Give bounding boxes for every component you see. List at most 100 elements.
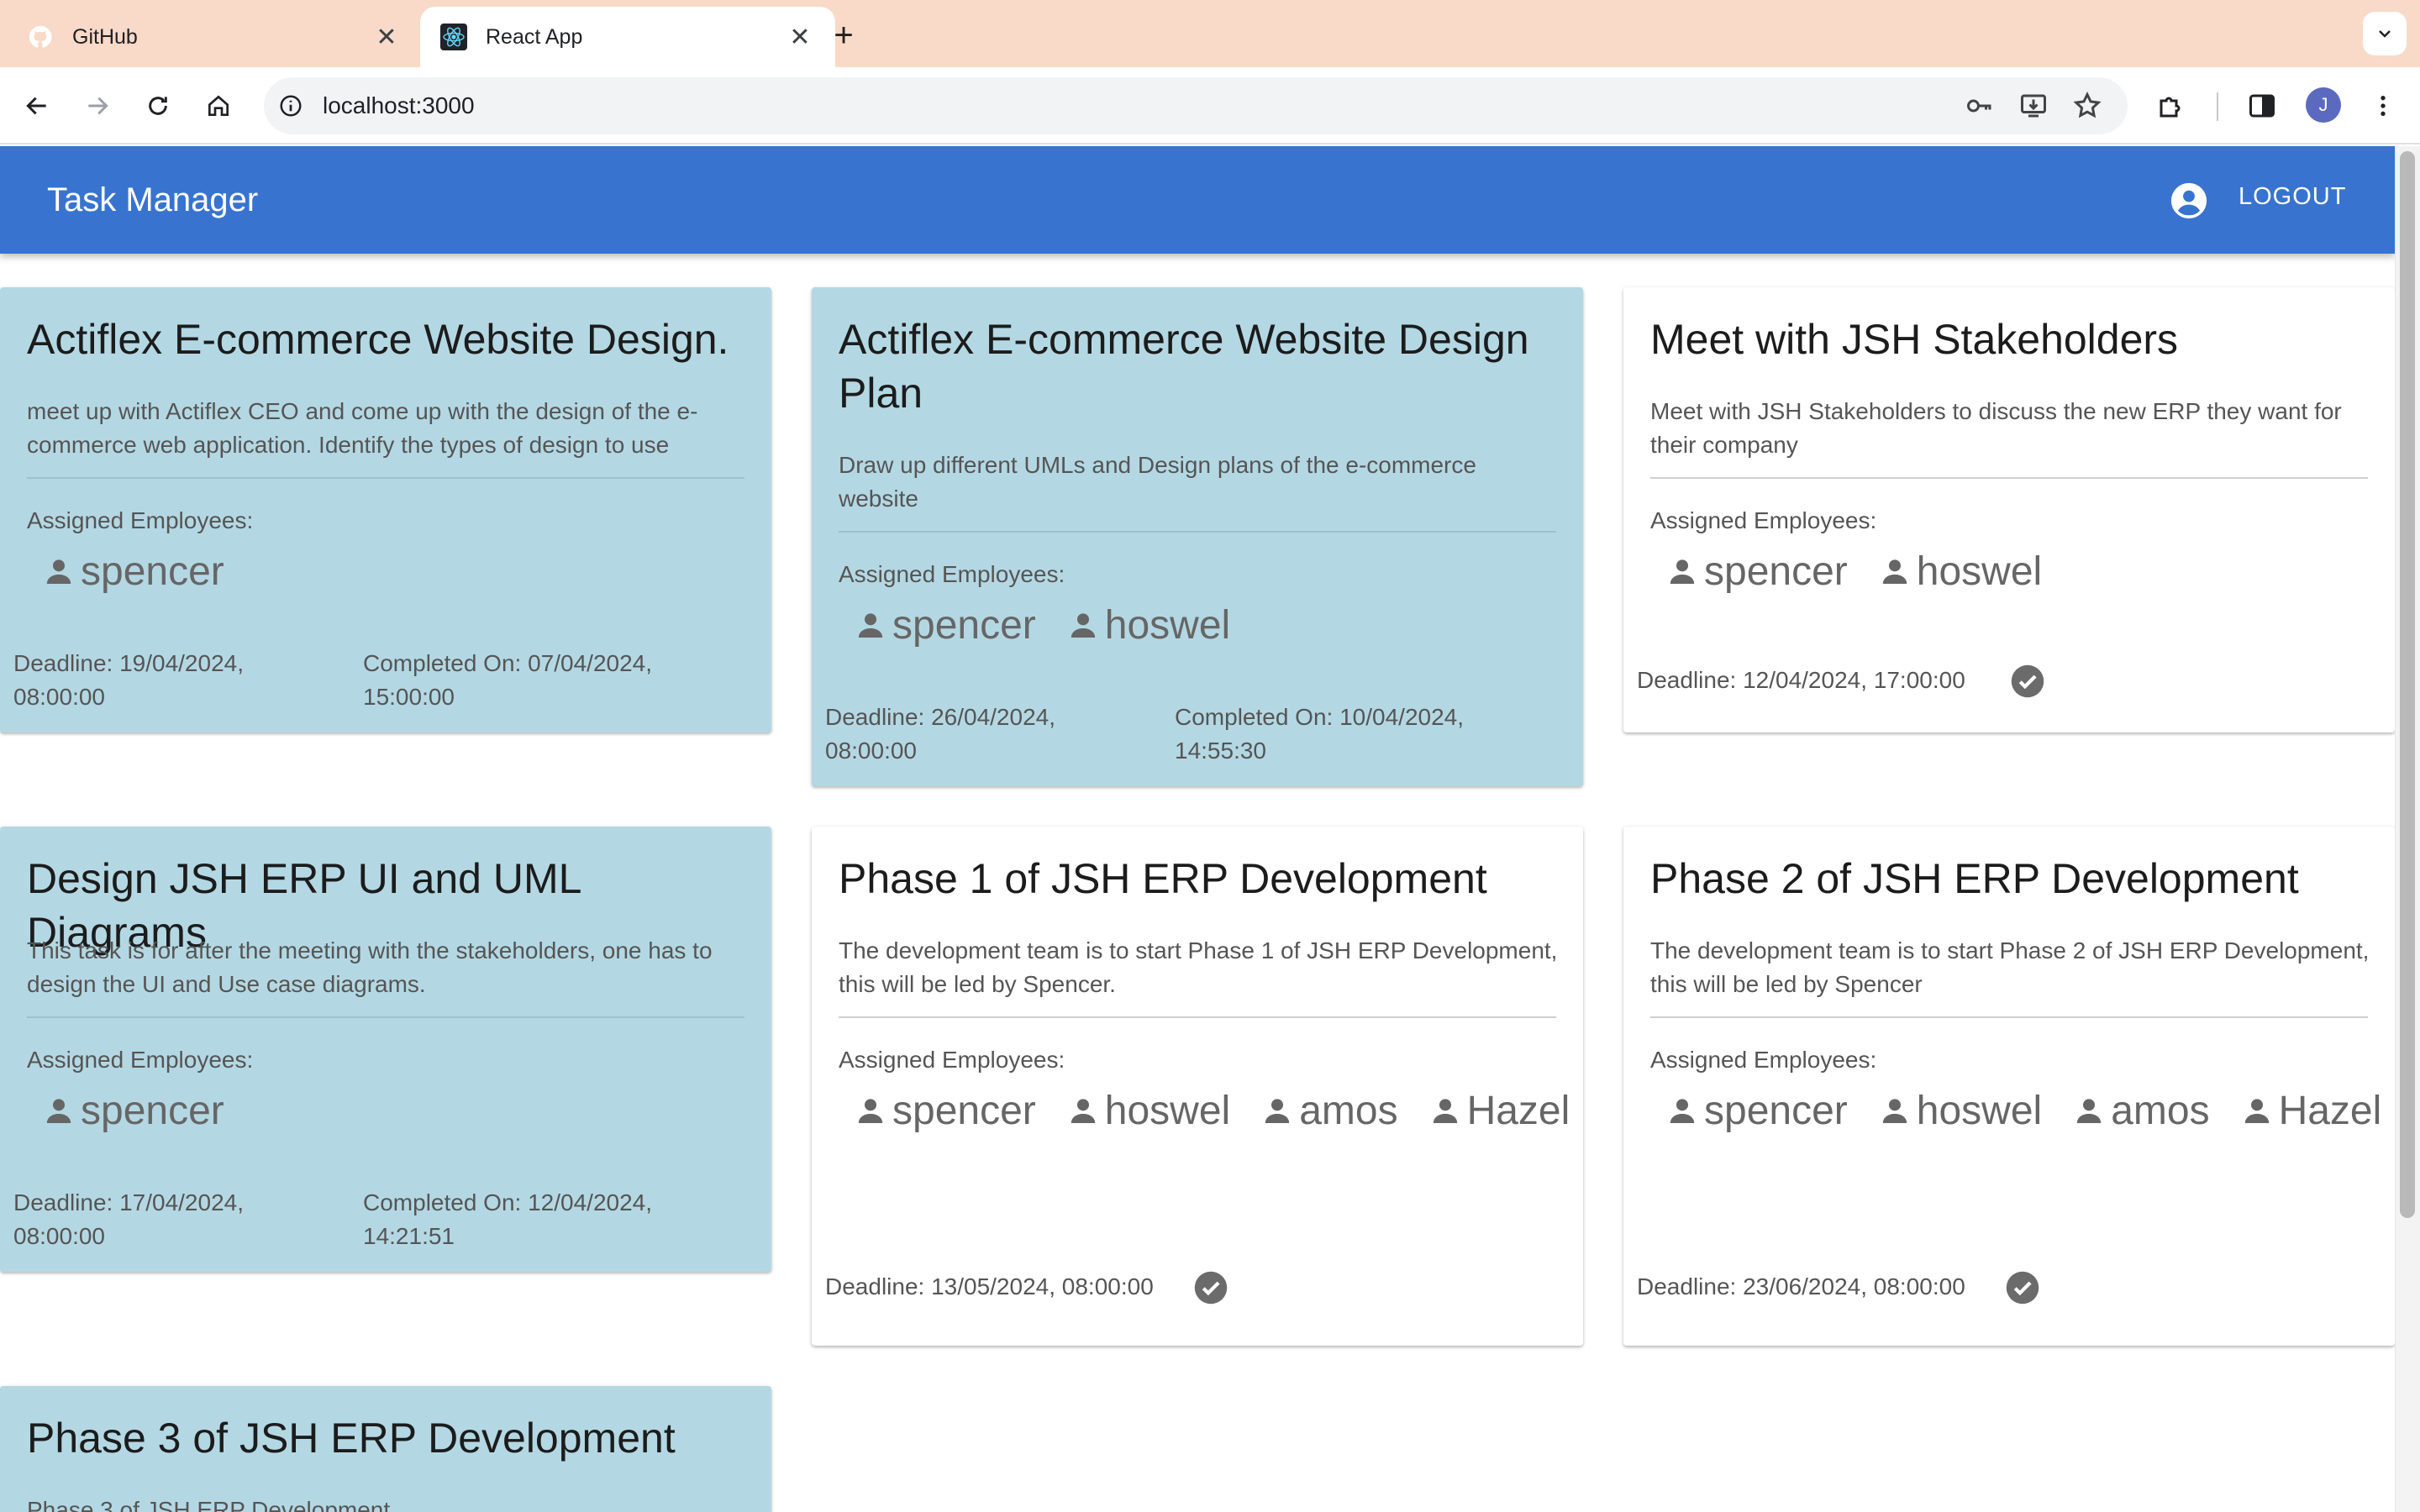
person-icon	[1071, 1099, 1095, 1123]
account-circle-icon[interactable]	[2170, 181, 2208, 220]
extensions-button[interactable]	[2151, 86, 2191, 126]
scrollbar-thumb[interactable]	[2400, 151, 2415, 1218]
site-info-icon[interactable]	[276, 91, 306, 121]
task-deadline: Deadline: 23/06/2024, 08:00:00	[1637, 1273, 1965, 1299]
tab-react-app[interactable]: React App ✕	[420, 7, 835, 67]
reload-button[interactable]	[138, 86, 178, 126]
task-completed-on: Completed On: 12/04/2024, 14:21:51	[363, 1189, 653, 1249]
check-circle-icon[interactable]	[2010, 664, 2045, 699]
puzzle-icon	[2160, 97, 2181, 118]
employee-name: amos	[2111, 1088, 2210, 1133]
forward-button[interactable]	[77, 86, 118, 126]
employee-name: spencer	[81, 549, 224, 594]
assigned-employees-label: Assigned Employees:	[839, 1047, 1065, 1073]
task-completed-on: Completed On: 10/04/2024, 14:55:30	[1175, 704, 1465, 764]
app-bar: Task Manager LOGOUT	[0, 146, 2395, 254]
employee-list: spencer	[42, 1087, 765, 1134]
react-icon	[440, 24, 467, 50]
install-app-icon[interactable]	[2017, 89, 2050, 123]
assigned-employees-label: Assigned Employees:	[1650, 1047, 1877, 1073]
employee-name: hoswel	[1104, 602, 1231, 648]
employee-chip: spencer	[1665, 1087, 1848, 1134]
side-panel-icon	[2249, 94, 2275, 118]
person-icon	[858, 613, 883, 638]
task-description: This task is for after the meeting with …	[27, 937, 713, 997]
address-bar[interactable]: localhost:3000	[264, 77, 2128, 134]
task-title: Phase 1 of JSH ERP Development	[839, 855, 1487, 902]
toolbar-divider	[2217, 92, 2218, 121]
employee-name: spencer	[1704, 549, 1848, 594]
task-deadline: Deadline: 19/04/2024, 08:00:00	[13, 650, 244, 710]
employee-list: spencer hoswel amos Hazel	[854, 1087, 1576, 1134]
person-icon	[1265, 1099, 1290, 1123]
employee-list: spencer	[42, 548, 765, 595]
person-icon	[858, 1099, 883, 1123]
profile-avatar[interactable]: J	[2306, 87, 2341, 123]
employee-name: Hazel	[2278, 1088, 2382, 1133]
task-card: Phase 1 of JSH ERP Development The develo…	[812, 827, 1583, 1346]
task-deadline: Deadline: 17/04/2024, 08:00:00	[13, 1189, 244, 1249]
card-divider	[1650, 1016, 2368, 1018]
employee-name: spencer	[892, 602, 1036, 648]
person-icon	[1882, 559, 1907, 584]
employee-chip: spencer	[42, 548, 224, 595]
person-icon	[1071, 613, 1095, 638]
employee-name: hoswel	[1104, 1088, 1231, 1133]
bookmark-star-icon[interactable]	[2070, 89, 2104, 123]
task-description: Phase 3 of JSH ERP Development	[27, 1497, 391, 1512]
employee-chip: spencer	[854, 601, 1036, 648]
employee-chip: hoswel	[1066, 601, 1230, 648]
arrow-right-icon	[88, 97, 108, 115]
address-text[interactable]: localhost:3000	[323, 92, 475, 119]
employee-name: Hazel	[1466, 1088, 1570, 1133]
employee-list: spencer hoswel amos Hazel	[1665, 1087, 2388, 1134]
person-icon	[1882, 1099, 1907, 1123]
home-button[interactable]	[198, 86, 239, 126]
task-card: Phase 2 of JSH ERP Development The develo…	[1623, 827, 2395, 1346]
person-icon	[46, 559, 71, 584]
new-tab-button[interactable]: +	[825, 17, 862, 54]
task-title: Actiflex E-commerce Website Design.	[27, 316, 729, 363]
chrome-menu-button[interactable]	[2363, 86, 2403, 126]
card-divider	[839, 1016, 1556, 1018]
task-completed-on: Completed On: 07/04/2024, 15:00:00	[363, 650, 653, 710]
assigned-employees-label: Assigned Employees:	[27, 507, 254, 533]
tab-github[interactable]: GitHub ✕	[7, 7, 422, 67]
github-icon	[27, 24, 54, 50]
person-icon	[1670, 559, 1695, 584]
task-deadline: Deadline: 13/05/2024, 08:00:00	[825, 1273, 1154, 1299]
check-circle-icon[interactable]	[2005, 1270, 2040, 1305]
card-divider	[27, 1016, 744, 1018]
task-deadline: Deadline: 12/04/2024, 17:00:00	[1637, 667, 1965, 693]
more-vert-icon	[2381, 96, 2386, 116]
card-divider	[1650, 477, 2368, 479]
person-icon	[2077, 1099, 2102, 1123]
side-panel-button[interactable]	[2242, 86, 2282, 126]
task-title: Phase 2 of JSH ERP Development	[1650, 855, 2299, 902]
employee-chip: spencer	[854, 1087, 1036, 1134]
back-button[interactable]	[17, 86, 57, 126]
logout-button[interactable]: LOGOUT	[2238, 183, 2346, 211]
task-deadline: Deadline: 26/04/2024, 08:00:00	[825, 704, 1055, 764]
close-tab-icon[interactable]: ✕	[785, 22, 815, 52]
task-card: Meet with JSH Stakeholders Meet with JSH …	[1623, 287, 2395, 732]
employee-list: spencer hoswel	[1665, 548, 2388, 595]
task-title: Meet with JSH Stakeholders	[1650, 316, 2179, 363]
employee-chip: spencer	[42, 1087, 224, 1134]
close-tab-icon[interactable]: ✕	[371, 22, 402, 52]
reload-icon	[149, 97, 167, 115]
person-icon	[1433, 1099, 1457, 1123]
check-circle-icon[interactable]	[1193, 1270, 1228, 1305]
employee-chip: Hazel	[2240, 1087, 2382, 1134]
page-viewport: Task Manager LOGOUT Actiflex E-commerce …	[0, 146, 2420, 1512]
tab-search-button[interactable]	[2363, 12, 2407, 55]
password-key-icon[interactable]	[1963, 89, 1996, 123]
employee-chip: amos	[1260, 1087, 1398, 1134]
task-card: Phase 3 of JSH ERP Development Phase 3 of…	[0, 1386, 771, 1512]
employee-name: spencer	[1704, 1088, 1848, 1133]
tab-title: GitHub	[72, 24, 138, 49]
assigned-employees-label: Assigned Employees:	[1650, 507, 1877, 533]
task-description: The development team is to start Phase 2…	[1650, 937, 2370, 997]
card-divider	[27, 477, 744, 479]
task-card: Actiflex E-commerce Website Design. meet …	[0, 287, 771, 732]
